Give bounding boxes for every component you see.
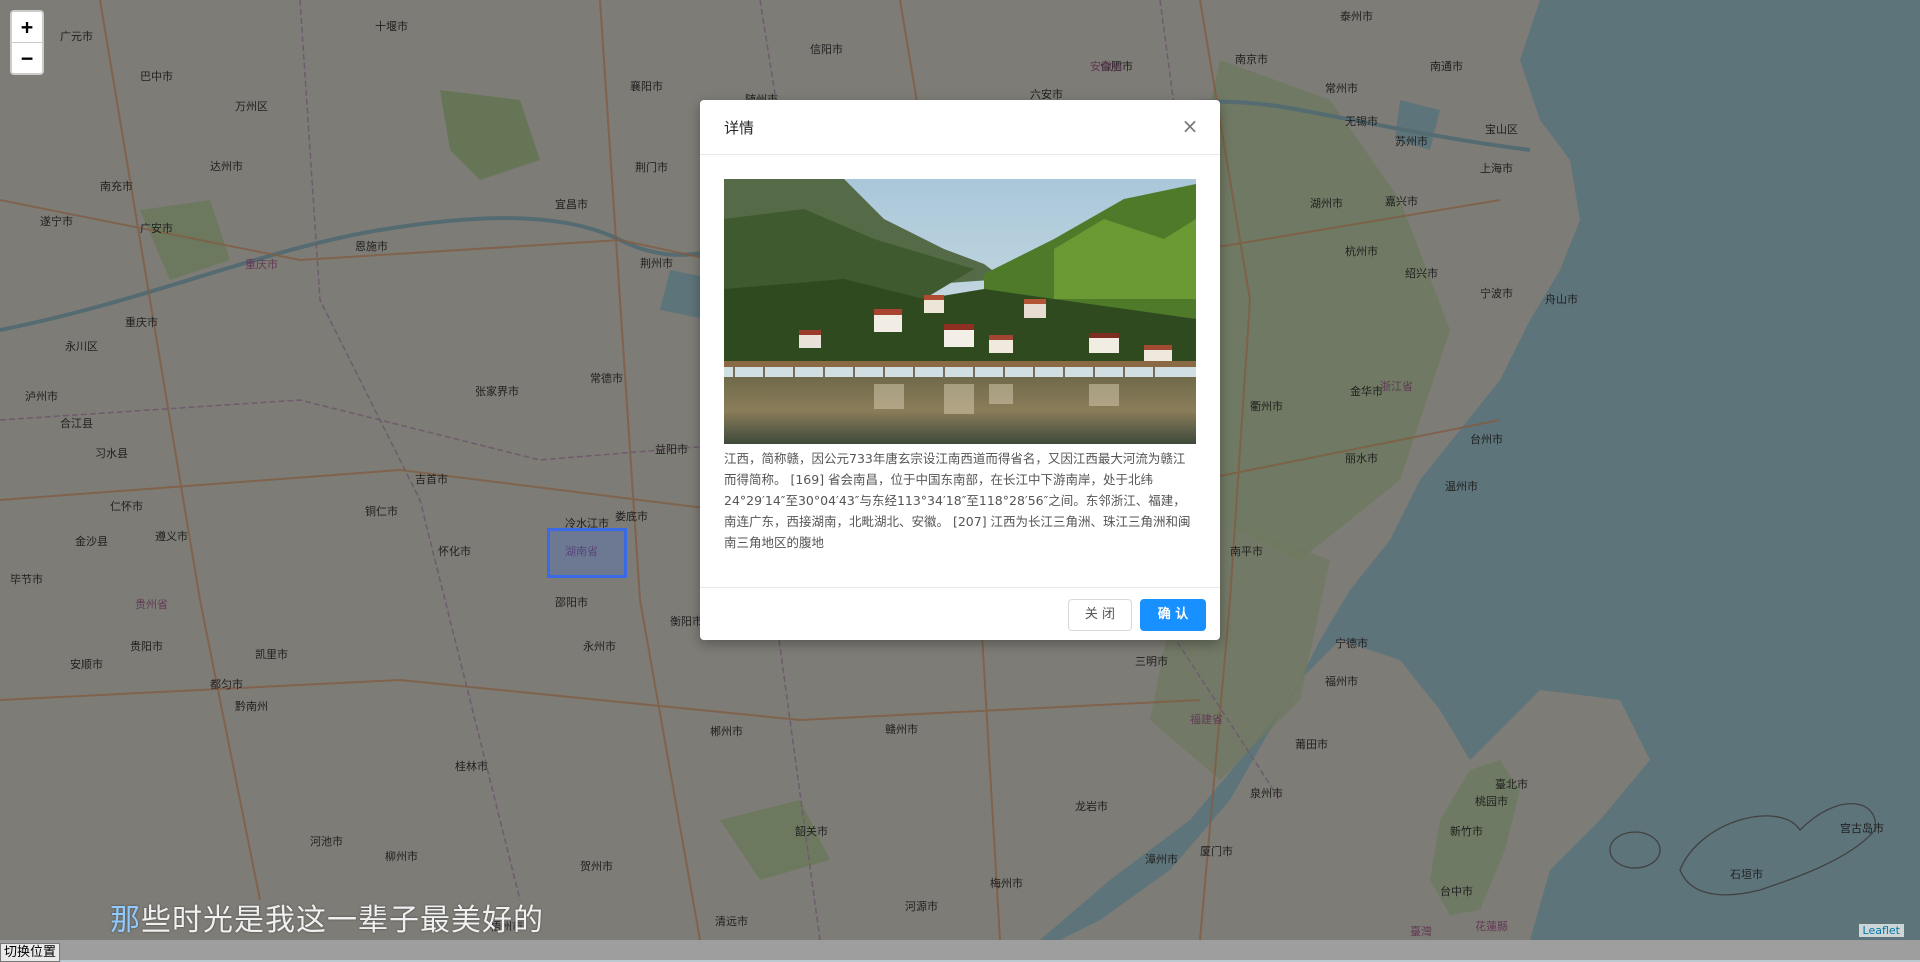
subtitle-text: 那些时光是我这一辈子最美好的 <box>110 895 544 939</box>
zoom-out-button[interactable]: − <box>12 43 42 73</box>
close-icon[interactable]: × <box>1180 116 1200 136</box>
subtitle-highlight: 那 <box>110 903 141 938</box>
zoom-in-button[interactable]: + <box>12 12 42 43</box>
modal-body: 江西，简称赣，因公元733年唐玄宗设江南西道而得省名，又因江西最大河流为赣江而得… <box>700 155 1220 577</box>
close-button[interactable]: 关 闭 <box>1068 599 1132 631</box>
modal-header: 详情 × <box>700 100 1220 155</box>
landscape-photo <box>724 179 1196 444</box>
modal-footer: 关 闭 确 认 <box>700 587 1220 640</box>
detail-modal: 详情 × 江西，简称赣，因公元733年唐玄宗设江南西道而得省名，又因江西最大河流… <box>700 100 1220 640</box>
confirm-button[interactable]: 确 认 <box>1140 599 1206 631</box>
zoom-control: + − <box>10 10 44 75</box>
region-highlight[interactable] <box>547 528 627 578</box>
subtitle-rest: 些时光是我这一辈子最美好的 <box>141 903 544 938</box>
switch-location-button[interactable]: 切换位置 <box>0 943 61 962</box>
description-text: 江西，简称赣，因公元733年唐玄宗设江南西道而得省名，又因江西最大河流为赣江而得… <box>724 451 1191 550</box>
bottom-bar <box>0 940 1920 960</box>
modal-title: 详情 <box>724 119 755 137</box>
leaflet-attribution[interactable]: Leaflet <box>1858 924 1904 937</box>
